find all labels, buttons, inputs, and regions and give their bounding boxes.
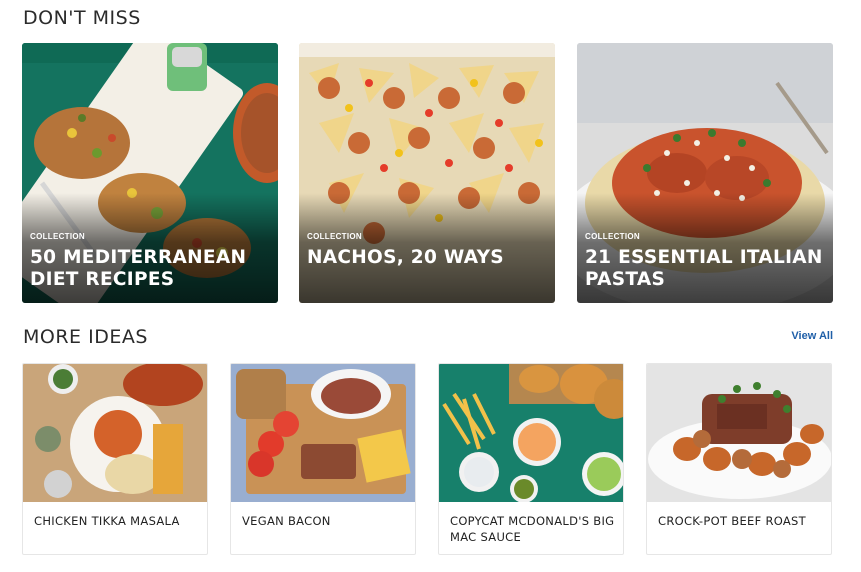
collection-tag: COLLECTION [585, 232, 640, 241]
collection-card-italian-pastas[interactable]: COLLECTION 21 ESSENTIAL ITALIAN PASTAS [577, 43, 833, 303]
food-image [647, 364, 831, 502]
recipe-title: VEGAN BACON [242, 514, 331, 528]
food-image [439, 364, 623, 502]
collection-card-mediterranean[interactable]: COLLECTION 50 MEDITERRANEAN DIET RECIPES… [22, 43, 278, 303]
recipe-title: COPYCAT MCDONALD'S BIG MAC SAUCE [450, 514, 615, 544]
card-title: 50 MEDITERRANEAN DIET RECIPES YOU'LL… [30, 247, 247, 293]
recipe-title: CHICKEN TIKKA MASALA [34, 514, 180, 528]
recipe-card-big-mac-sauce[interactable]: COPYCAT MCDONALD'S BIG MAC SAUCE [438, 363, 624, 555]
food-image [231, 364, 415, 502]
card-title: 21 ESSENTIAL ITALIAN PASTAS [585, 247, 823, 290]
more-ideas-heading: MORE IDEAS [23, 326, 148, 348]
collection-tag: COLLECTION [30, 232, 85, 241]
dont-miss-heading: DON'T MISS [23, 7, 141, 29]
view-all-link[interactable]: View All [791, 330, 833, 342]
recipe-card-vegan-bacon[interactable]: VEGAN BACON [230, 363, 416, 555]
card-title: NACHOS, 20 WAYS [307, 247, 504, 268]
collection-tag: COLLECTION [307, 232, 362, 241]
food-image [23, 364, 207, 502]
recipe-card-chicken-tikka[interactable]: CHICKEN TIKKA MASALA [22, 363, 208, 555]
collection-card-nachos[interactable]: COLLECTION NACHOS, 20 WAYS [299, 43, 555, 303]
recipe-title: CROCK-POT BEEF ROAST [658, 514, 806, 528]
recipe-card-beef-roast[interactable]: CROCK-POT BEEF ROAST [646, 363, 832, 555]
